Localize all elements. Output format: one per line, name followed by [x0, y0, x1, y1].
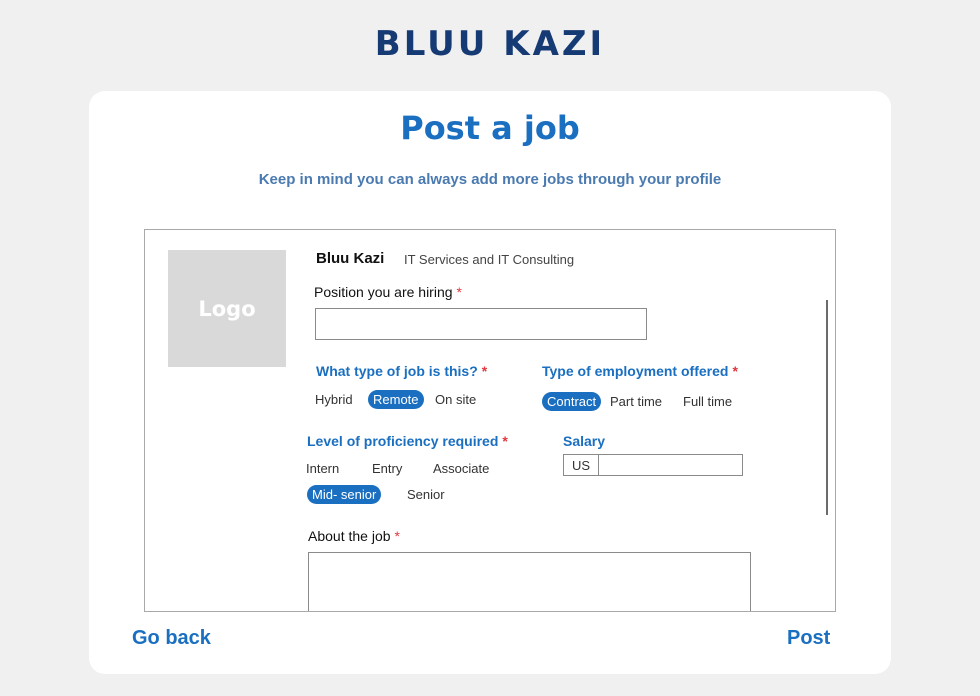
- proficiency-option-mid-senior[interactable]: Mid- senior: [307, 485, 382, 504]
- proficiency-label-text: Level of proficiency required: [307, 433, 499, 449]
- proficiency-option-entry[interactable]: Entry: [367, 459, 407, 478]
- company-industry: IT Services and IT Consulting: [404, 252, 575, 267]
- salary-field: US: [563, 454, 743, 476]
- scrollbar[interactable]: [826, 300, 828, 515]
- job-type-label-text: What type of job is this?: [316, 363, 478, 379]
- required-marker: *: [456, 284, 462, 300]
- employment-type-label: Type of employment offered *: [542, 363, 738, 379]
- employment-option-part-time[interactable]: Part time: [605, 392, 667, 411]
- employment-option-contract[interactable]: Contract: [542, 392, 602, 411]
- position-input[interactable]: [315, 308, 647, 340]
- job-type-option-on-site[interactable]: On site: [430, 390, 481, 409]
- required-marker: *: [502, 433, 508, 449]
- salary-currency[interactable]: US: [564, 455, 599, 475]
- company-logo[interactable]: Logo: [168, 250, 286, 367]
- employment-type-label-text: Type of employment offered: [542, 363, 729, 379]
- company-name: Bluu Kazi: [316, 250, 385, 267]
- required-marker: *: [732, 363, 738, 379]
- position-label: Position you are hiring *: [314, 284, 462, 300]
- proficiency-option-intern[interactable]: Intern: [301, 459, 344, 478]
- proficiency-label: Level of proficiency required *: [307, 433, 508, 449]
- about-label: About the job *: [308, 528, 400, 544]
- required-marker: *: [394, 528, 400, 544]
- brand-logo: BLUU KAZI: [374, 24, 606, 64]
- salary-input[interactable]: [599, 455, 742, 475]
- post-job-card: Post a job Keep in mind you can always a…: [89, 91, 891, 674]
- position-label-text: Position you are hiring: [314, 284, 453, 300]
- job-type-option-remote[interactable]: Remote: [368, 390, 424, 409]
- required-marker: *: [481, 363, 488, 379]
- job-type-option-hybrid[interactable]: Hybrid: [310, 390, 358, 409]
- job-type-label: What type of job is this? *: [316, 363, 487, 379]
- go-back-button[interactable]: Go back: [132, 627, 211, 650]
- page-subtitle: Keep in mind you can always add more job…: [258, 171, 722, 188]
- proficiency-option-associate[interactable]: Associate: [428, 459, 494, 478]
- proficiency-option-senior[interactable]: Senior: [402, 485, 450, 504]
- post-button[interactable]: Post: [787, 627, 830, 650]
- about-textarea[interactable]: [308, 552, 751, 611]
- page-title: Post a job: [400, 109, 580, 147]
- salary-label: Salary: [563, 433, 606, 449]
- employment-option-full-time[interactable]: Full time: [678, 392, 737, 411]
- company-logo-text: Logo: [198, 296, 256, 321]
- job-form: Logo Bluu Kazi IT Services and IT Consul…: [144, 229, 836, 612]
- about-label-text: About the job: [308, 528, 391, 544]
